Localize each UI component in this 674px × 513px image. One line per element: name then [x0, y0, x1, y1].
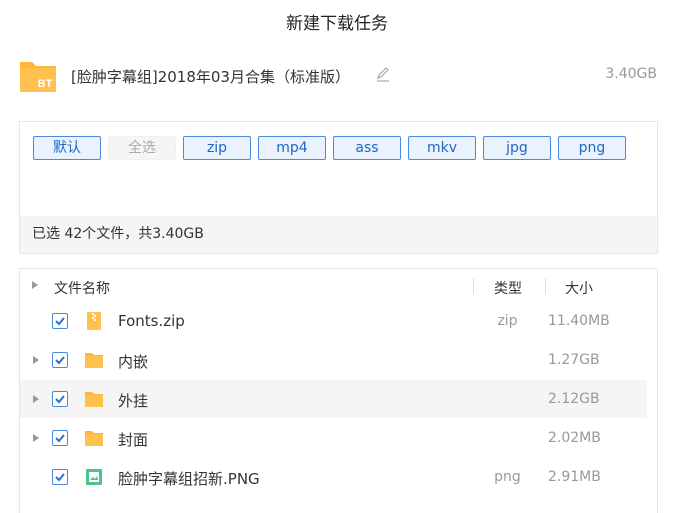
- selection-status: 已选 42个文件，共3.40GB: [20, 216, 657, 253]
- table-row[interactable]: 封面 2.02MB: [20, 419, 647, 457]
- filter-button-ass[interactable]: ass: [333, 136, 401, 160]
- file-size: 2.12GB: [548, 391, 600, 407]
- file-size: 1.27GB: [548, 352, 600, 368]
- file-name: 脸肿字幕组招新.PNG: [118, 470, 260, 488]
- column-divider: [473, 278, 474, 294]
- file-list-header: 文件名称 类型 大小: [20, 269, 657, 303]
- folder-icon: [84, 428, 104, 448]
- file-checkbox[interactable]: [52, 352, 68, 368]
- file-checkbox[interactable]: [52, 469, 68, 485]
- file-name: 封面: [118, 431, 149, 449]
- filter-button-默认[interactable]: 默认: [33, 136, 101, 160]
- filter-button-mkv[interactable]: mkv: [408, 136, 476, 160]
- task-name: [脸肿字幕组]2018年03月合集（标准版）: [71, 68, 350, 86]
- filter-button-全选[interactable]: 全选: [108, 136, 176, 160]
- edit-icon[interactable]: [374, 65, 392, 83]
- file-size: 11.40MB: [548, 313, 610, 329]
- image-file-icon: [84, 467, 104, 487]
- expand-arrow-icon[interactable]: [33, 395, 39, 403]
- task-size: 3.40GB: [605, 66, 657, 82]
- file-size: 2.02MB: [548, 430, 601, 446]
- dialog-title: 新建下载任务: [286, 14, 388, 34]
- table-row[interactable]: 脸肿字幕组招新.PNG png 2.91MB: [20, 458, 647, 496]
- table-row[interactable]: Fonts.zip zip 11.40MB: [20, 302, 647, 340]
- column-header-name[interactable]: 文件名称: [54, 278, 110, 298]
- filter-button-png[interactable]: png: [558, 136, 626, 160]
- bt-icon-label: BT: [38, 78, 53, 90]
- folder-icon: [84, 350, 104, 370]
- file-type: png: [494, 469, 521, 485]
- column-header-size[interactable]: 大小: [565, 278, 593, 298]
- file-name: 内嵌: [118, 353, 149, 371]
- zip-file-icon: [84, 311, 104, 331]
- file-checkbox[interactable]: [52, 430, 68, 446]
- column-header-type[interactable]: 类型: [494, 278, 522, 298]
- filter-button-zip[interactable]: zip: [183, 136, 251, 160]
- bt-folder-icon: BT: [20, 62, 56, 92]
- checkmark-icon: [55, 317, 65, 326]
- folder-icon: [84, 389, 104, 409]
- expand-arrow-icon[interactable]: [33, 434, 39, 442]
- table-row[interactable]: 内嵌 1.27GB: [20, 341, 647, 379]
- file-checkbox[interactable]: [52, 313, 68, 329]
- file-name: 外挂: [118, 392, 149, 410]
- checkmark-icon: [55, 434, 65, 443]
- filter-button-mp4[interactable]: mp4: [258, 136, 326, 160]
- file-type: zip: [497, 313, 518, 329]
- file-size: 2.91MB: [548, 469, 601, 485]
- file-list: 文件名称 类型 大小 Fonts.zip zip 11.40MB 内嵌 1.27GB 外挂…: [19, 268, 658, 513]
- checkmark-icon: [55, 473, 65, 482]
- expand-all-icon[interactable]: [32, 281, 38, 289]
- column-divider: [545, 278, 546, 294]
- filter-button-jpg[interactable]: jpg: [483, 136, 551, 160]
- file-name: Fonts.zip: [118, 312, 185, 330]
- expand-arrow-icon[interactable]: [33, 356, 39, 364]
- task-header: BT [脸肿字幕组]2018年03月合集（标准版） 3.40GB: [19, 54, 659, 94]
- filter-panel: 默认 全选 zip mp4 ass mkv jpg png 已选 42个文件，共3.40GB: [19, 121, 658, 254]
- file-checkbox[interactable]: [52, 391, 68, 407]
- checkmark-icon: [55, 395, 65, 404]
- table-row[interactable]: 外挂 2.12GB: [20, 380, 647, 418]
- checkmark-icon: [55, 356, 65, 365]
